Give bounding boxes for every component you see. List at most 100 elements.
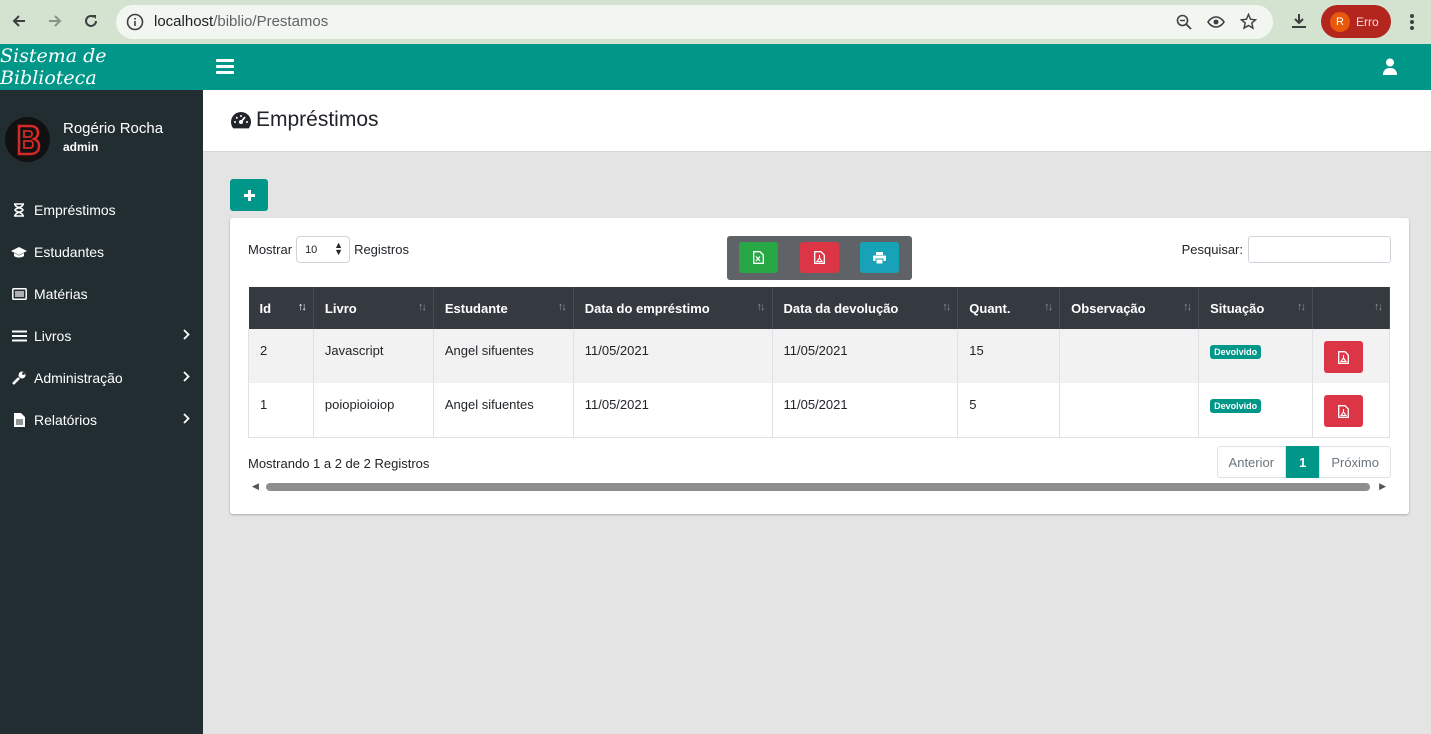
profile-button[interactable]: R Erro bbox=[1321, 5, 1391, 38]
kebab-menu-icon[interactable] bbox=[1409, 13, 1415, 31]
scroll-right-icon[interactable]: ▶ bbox=[1379, 481, 1386, 492]
row-pdf-button[interactable] bbox=[1323, 341, 1363, 373]
search-control: Pesquisar: bbox=[1182, 236, 1391, 263]
column-header-estudante[interactable]: Estudante ↑↓ bbox=[433, 287, 574, 329]
page-title: Empréstimos bbox=[230, 108, 379, 132]
table-row: 2 Javascript Angel sifuentes 11/05/2021 … bbox=[248, 329, 1391, 383]
graduation-cap-icon bbox=[11, 247, 27, 258]
cell-estudante: Angel sifuentes bbox=[433, 383, 574, 438]
page-size-select[interactable]: 10 ▲ ▼ bbox=[296, 236, 351, 263]
scrollbar-thumb[interactable] bbox=[266, 483, 1370, 491]
pagination-prev[interactable]: Anterior bbox=[1216, 446, 1287, 478]
top-navbar bbox=[203, 44, 1431, 90]
cell-data-emprestimo: 11/05/2021 bbox=[573, 329, 773, 383]
sort-icon: ↑↓ bbox=[417, 301, 427, 313]
avatar: R bbox=[1330, 11, 1350, 32]
sort-icon: ↑↓ bbox=[557, 301, 567, 313]
zoom-icon[interactable] bbox=[1176, 14, 1192, 30]
column-header-data-emprestimo[interactable]: Data do empréstimo ↑↓ bbox=[573, 287, 773, 329]
cell-livro: poiopioioiop bbox=[313, 383, 434, 438]
address-bar[interactable]: localhost/biblio/Prestamos bbox=[116, 5, 1273, 39]
table-row: 1 poiopioioiop Angel sifuentes 11/05/202… bbox=[248, 383, 1391, 438]
app-brand[interactable]: Sistema de Biblioteca bbox=[0, 44, 203, 90]
loans-table: Id ↑↓ Livro ↑↓ Estudante ↑↓ Data do emprést… bbox=[248, 287, 1391, 438]
sidebar-item-relatorios[interactable]: Relatórios bbox=[0, 399, 203, 441]
url-text: localhost/biblio/Prestamos bbox=[154, 13, 329, 30]
user-role: admin bbox=[63, 140, 99, 154]
cell-quant: 5 bbox=[957, 383, 1061, 438]
export-pdf-button[interactable] bbox=[800, 242, 839, 273]
arrow-right-icon bbox=[49, 15, 62, 27]
search-input[interactable] bbox=[1248, 236, 1391, 263]
column-header-actions[interactable]: ↑↓ bbox=[1312, 287, 1391, 329]
column-header-data-devolucao[interactable]: Data da devolução ↑↓ bbox=[772, 287, 959, 329]
sidebar-item-label: Empréstimos bbox=[34, 202, 116, 218]
cell-situacao: Devolvido bbox=[1198, 383, 1313, 438]
reload-button[interactable] bbox=[79, 9, 103, 33]
cell-actions bbox=[1312, 329, 1391, 383]
forward-button[interactable] bbox=[43, 9, 67, 33]
file-pdf-icon bbox=[1338, 404, 1349, 418]
menu-toggle-icon[interactable] bbox=[216, 58, 234, 74]
site-info-icon[interactable] bbox=[126, 13, 144, 31]
pagination-next[interactable]: Próximo bbox=[1319, 446, 1391, 478]
select-arrows-icon: ▲ ▼ bbox=[334, 240, 344, 257]
table-header-row: Id ↑↓ Livro ↑↓ Estudante ↑↓ Data do emprést… bbox=[248, 287, 1391, 329]
column-header-id[interactable]: Id ↑↓ bbox=[248, 287, 314, 329]
download-icon[interactable] bbox=[1290, 12, 1308, 30]
sidebar-item-administracao[interactable]: Administração bbox=[0, 357, 203, 399]
loans-card: Mostrar 10 ▲ ▼ Registros Pesquisar: Id ↑↓ … bbox=[230, 218, 1409, 514]
row-pdf-button[interactable] bbox=[1323, 395, 1363, 427]
cell-quant: 15 bbox=[957, 329, 1061, 383]
file-excel-icon bbox=[753, 251, 764, 264]
cell-actions bbox=[1312, 383, 1391, 438]
column-header-situacao[interactable]: Situação ↑↓ bbox=[1198, 287, 1313, 329]
content-header: Empréstimos bbox=[203, 90, 1431, 152]
table-info: Mostrando 1 a 2 de 2 Registros bbox=[248, 456, 430, 471]
chevron-right-icon bbox=[183, 371, 190, 382]
sidebar-item-livros[interactable]: Livros bbox=[0, 315, 203, 357]
profile-label: Erro bbox=[1356, 14, 1379, 29]
sort-icon: ↑↓ bbox=[1374, 301, 1383, 313]
print-icon bbox=[873, 251, 886, 264]
column-header-observacao[interactable]: Observação ↑↓ bbox=[1059, 287, 1200, 329]
sort-icon: ↑↓ bbox=[942, 301, 951, 313]
column-header-livro[interactable]: Livro ↑↓ bbox=[313, 287, 434, 329]
scroll-left-icon[interactable]: ◀ bbox=[252, 481, 259, 492]
cell-livro: Javascript bbox=[313, 329, 434, 383]
cell-data-devolucao: 11/05/2021 bbox=[772, 383, 959, 438]
user-logo bbox=[5, 117, 50, 162]
sidebar-item-emprestimos[interactable]: Empréstimos bbox=[0, 189, 203, 231]
back-button[interactable] bbox=[7, 9, 31, 33]
records-label: Registros bbox=[354, 242, 409, 257]
search-label: Pesquisar: bbox=[1181, 242, 1243, 257]
user-icon[interactable] bbox=[1383, 58, 1397, 75]
browser-toolbar: localhost/biblio/Prestamos R Erro bbox=[0, 0, 1431, 44]
cell-estudante: Angel sifuentes bbox=[433, 329, 574, 383]
add-loan-button[interactable] bbox=[230, 179, 268, 211]
sort-desc-icon: ↑↓ bbox=[297, 301, 307, 313]
plus-icon bbox=[243, 189, 255, 201]
sidebar-item-label: Estudantes bbox=[34, 244, 105, 260]
sort-icon: ↑↓ bbox=[1296, 301, 1306, 313]
sidebar-item-estudantes[interactable]: Estudantes bbox=[0, 231, 203, 273]
sidebar-menu: Empréstimos Estudantes Matérias Livros A… bbox=[0, 189, 203, 441]
cell-id: 2 bbox=[248, 329, 314, 383]
dashboard-icon bbox=[231, 111, 252, 129]
hourglass-icon bbox=[14, 203, 24, 217]
sidebar-item-label: Administração bbox=[34, 370, 123, 386]
pagination: Anterior 1 Próximo bbox=[1216, 446, 1391, 478]
page-size-value: 10 bbox=[305, 243, 318, 256]
sidebar-item-materias[interactable]: Matérias bbox=[0, 273, 203, 315]
horizontal-scrollbar[interactable]: ◀ ▶ bbox=[248, 480, 1390, 494]
show-label: Mostrar bbox=[248, 242, 293, 257]
page-title-text: Empréstimos bbox=[256, 108, 379, 131]
print-button[interactable] bbox=[860, 242, 899, 273]
column-header-quant[interactable]: Quant. ↑↓ bbox=[957, 287, 1061, 329]
export-excel-button[interactable] bbox=[739, 242, 778, 273]
star-icon[interactable] bbox=[1240, 13, 1257, 30]
eye-icon[interactable] bbox=[1207, 14, 1225, 30]
sort-icon: ↑↓ bbox=[1044, 301, 1053, 313]
pagination-page-1[interactable]: 1 bbox=[1286, 446, 1320, 478]
file-pdf-icon bbox=[814, 251, 825, 264]
